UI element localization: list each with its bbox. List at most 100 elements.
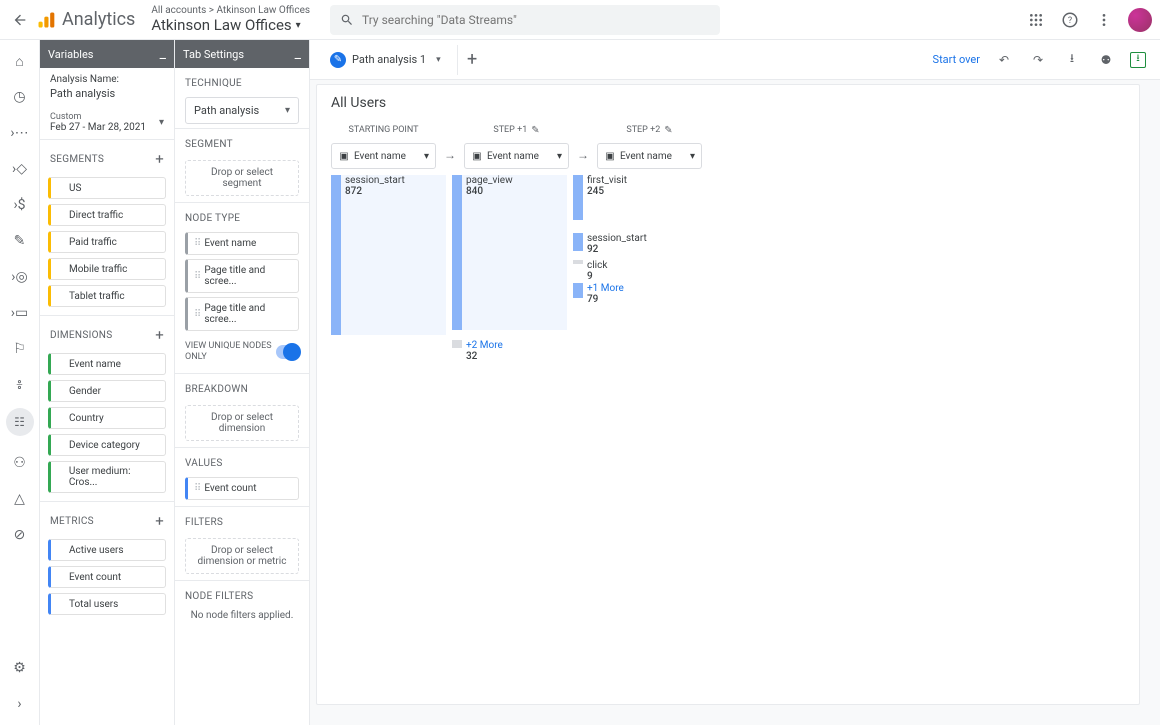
nav-realtime-icon[interactable]: ◷ [11, 88, 29, 106]
filters-dropzone[interactable]: Drop or select dimension or metric [185, 538, 299, 574]
analysis-name-label: Analysis Name: [50, 74, 164, 85]
breakdown-label: BREAKDOWN [185, 384, 248, 395]
dimension-chip[interactable]: Device category [48, 434, 166, 456]
nodetype-item[interactable]: ⠿Event name [185, 232, 299, 255]
segment-chip[interactable]: US [48, 177, 166, 199]
nav-retention-icon[interactable]: ✎ [11, 232, 29, 250]
nav-custom-icon[interactable]: △ [11, 490, 29, 508]
search-box[interactable] [330, 5, 720, 35]
unique-nodes-toggle[interactable] [276, 345, 299, 359]
help-icon[interactable]: ? [1060, 10, 1080, 30]
add-segment-icon[interactable]: + [155, 150, 164, 168]
tabsettings-title: Tab Settings [183, 48, 244, 61]
segment-chip[interactable]: Tablet traffic [48, 285, 166, 307]
add-dimension-icon[interactable]: + [155, 326, 164, 344]
search-input[interactable] [362, 13, 710, 27]
avatar[interactable] [1128, 8, 1152, 32]
dimensions-label: DIMENSIONS [50, 330, 112, 341]
metric-chip[interactable]: Total users [48, 593, 166, 615]
event-icon: ▣ [338, 150, 350, 162]
segment-chip[interactable]: Direct traffic [48, 204, 166, 226]
nav-monetization-icon[interactable]: ›$ [11, 196, 29, 214]
nav-events-icon[interactable]: ⚐ [11, 340, 29, 358]
more-vert-icon[interactable] [1094, 10, 1114, 30]
nodetype-item[interactable]: ⠿Page title and scree... [185, 259, 299, 293]
nav-engagement-icon[interactable]: ›◇ [11, 160, 29, 178]
metrics-label: METRICS [50, 516, 94, 527]
arrow-right-icon: → [575, 128, 591, 162]
nav-lifecycle-icon[interactable]: ›⋯ [11, 124, 29, 142]
account-picker[interactable]: All accounts > Atkinson Law Offices Atki… [151, 5, 310, 34]
caret-down-icon: ▾ [424, 151, 429, 162]
nav-debug-icon[interactable]: ⊘ [11, 526, 29, 544]
download-icon[interactable]: ⭳ [1062, 50, 1082, 70]
values-label: VALUES [185, 458, 223, 469]
dimension-chip[interactable]: User medium: Cros... [48, 461, 166, 493]
nav-conversions-icon[interactable]: ៖ [11, 376, 29, 394]
step1-label: STEP +1 [493, 125, 527, 135]
sankey-more[interactable]: +2 More 32 [452, 340, 503, 362]
analysis-tab[interactable]: ✎ Path analysis 1 ▾ [320, 48, 451, 72]
sankey-node[interactable]: click 9 [573, 260, 607, 282]
caret-down-icon: ▾ [285, 105, 290, 116]
pencil-icon[interactable]: ✎ [531, 125, 539, 136]
technique-select[interactable]: Path analysis▾ [185, 97, 299, 124]
breakdown-dropzone[interactable]: Drop or select dimension [185, 405, 299, 441]
starting-point-label: STARTING POINT [331, 121, 436, 139]
add-metric-icon[interactable]: + [155, 512, 164, 530]
metric-chip[interactable]: Active users [48, 539, 166, 561]
starting-point-dropdown[interactable]: ▣ Event name ▾ [331, 143, 436, 169]
nav-explore-icon[interactable]: ☷ [6, 408, 34, 436]
nodetype-item[interactable]: ⠿Page title and scree... [185, 297, 299, 331]
variables-title: Variables [48, 48, 94, 61]
step2-dropdown[interactable]: ▣ Event name ▾ [597, 143, 702, 169]
tab-name: Path analysis 1 [352, 53, 426, 66]
collapse-variables-icon[interactable]: _ [160, 46, 166, 62]
dimension-chip[interactable]: Event name [48, 353, 166, 375]
export-icon[interactable]: ⭳ [1130, 52, 1146, 68]
step1-dropdown[interactable]: ▣ Event name ▾ [464, 143, 569, 169]
nav-tech-icon[interactable]: ›▭ [11, 304, 29, 322]
caret-down-icon: ▾ [159, 117, 164, 128]
analytics-logo: Analytics [36, 9, 135, 30]
add-tab-button[interactable]: + [457, 45, 487, 75]
segment-chip[interactable]: Paid traffic [48, 231, 166, 253]
collapse-rail-icon[interactable]: › [11, 695, 29, 713]
apps-icon[interactable] [1026, 10, 1046, 30]
segment-dropzone[interactable]: Drop or select segment [185, 160, 299, 196]
sankey-more[interactable]: +1 More 79 [573, 283, 624, 305]
date-range-picker[interactable]: Custom Feb 27 - Mar 28, 2021 ▾ [40, 106, 174, 139]
collapse-tabsettings-icon[interactable]: _ [295, 46, 301, 62]
segment-section-label: SEGMENT [185, 139, 233, 150]
sankey-node[interactable]: first_visit 245 [573, 175, 627, 220]
nodefilters-label: NODE FILTERS [185, 591, 253, 602]
dimension-chip[interactable]: Country [48, 407, 166, 429]
undo-icon[interactable]: ↶ [994, 50, 1014, 70]
values-item[interactable]: ⠿Event count [185, 477, 299, 500]
back-arrow[interactable] [8, 8, 32, 32]
settings-icon[interactable]: ⚙ [11, 659, 29, 677]
svg-text:?: ? [1068, 16, 1072, 26]
search-icon [340, 13, 354, 27]
nav-audiences-icon[interactable]: ⚇ [11, 454, 29, 472]
sankey-node[interactable]: session_start 92 [573, 233, 647, 255]
caret-down-icon[interactable]: ▾ [436, 55, 441, 65]
start-over-button[interactable]: Start over [933, 53, 980, 66]
nav-user-icon[interactable]: ›◎ [11, 268, 29, 286]
sankey-node[interactable]: session_start 872 [331, 175, 405, 335]
pencil-icon[interactable]: ✎ [664, 125, 672, 136]
nav-home-icon[interactable]: ⌂ [11, 52, 29, 70]
nodefilters-value: No node filters applied. [175, 606, 309, 631]
share-icon[interactable]: ⚉ [1096, 50, 1116, 70]
metric-chip[interactable]: Event count [48, 566, 166, 588]
sankey-node[interactable]: page_view 840 [452, 175, 513, 330]
breadcrumb: All accounts > Atkinson Law Offices [151, 5, 310, 16]
segment-chip[interactable]: Mobile traffic [48, 258, 166, 280]
dimension-chip[interactable]: Gender [48, 380, 166, 402]
caret-down-icon: ▾ [690, 151, 695, 162]
redo-icon[interactable]: ↷ [1028, 50, 1048, 70]
step2-label: STEP +2 [626, 125, 660, 135]
caret-down-icon: ▾ [557, 151, 562, 162]
analysis-name-value[interactable]: Path analysis [50, 87, 164, 100]
technique-label: TECHNIQUE [185, 78, 242, 89]
